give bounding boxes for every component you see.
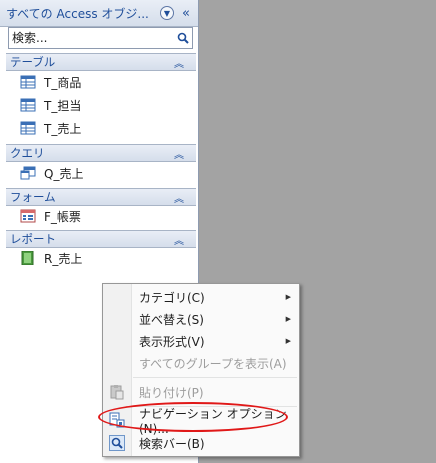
query-icon <box>20 166 36 180</box>
group-header-forms[interactable]: フォーム ︽ <box>6 188 196 206</box>
table-icon <box>20 121 36 135</box>
collapse-group-icon[interactable]: ︽ <box>174 232 196 247</box>
submenu-arrow-icon: ▶ <box>285 337 291 345</box>
nav-item-label: T_商品 <box>44 75 82 90</box>
group-label: クエリ <box>10 146 45 160</box>
menu-item-paste[interactable]: 貼り付け(P) <box>103 381 299 403</box>
group-header-tables[interactable]: テーブル ︽ <box>6 53 196 71</box>
report-icon <box>21 251 34 265</box>
menu-item-view-by[interactable]: 表示形式(V) ▶ <box>103 330 299 352</box>
nav-item-label: R_売上 <box>44 251 83 266</box>
menu-item-label: カテゴリ(C) <box>139 290 205 305</box>
paste-icon <box>110 385 124 400</box>
nav-item-label: T_担当 <box>44 98 82 113</box>
menu-item-label: 表示形式(V) <box>139 334 205 349</box>
nav-item-query[interactable]: Q_売上 <box>20 163 83 183</box>
nav-item-label: Q_売上 <box>44 166 84 181</box>
menu-item-sort[interactable]: 並べ替え(S) ▶ <box>103 308 299 330</box>
table-icon <box>20 98 36 112</box>
search-input[interactable] <box>9 29 175 47</box>
table-icon <box>20 75 36 89</box>
menu-item-navigation-options[interactable]: ナビゲーション オプション(N)... <box>103 407 299 436</box>
menu-item-label: ナビゲーション オプション(N)... <box>139 406 287 436</box>
nav-item-form[interactable]: F_帳票 <box>20 206 81 226</box>
menu-item-label: 検索バー(B) <box>139 436 205 451</box>
search-box <box>8 27 193 49</box>
menu-item-search-bar[interactable]: 検索バー(B) <box>103 432 299 454</box>
search-icon[interactable] <box>174 29 192 47</box>
navigation-pane-header[interactable]: すべての Access オブジ... ▼ « <box>0 0 198 27</box>
menu-item-label: 貼り付け(P) <box>139 385 204 400</box>
group-label: フォーム <box>10 190 56 204</box>
menu-item-show-all-groups[interactable]: すべてのグループを表示(A) <box>103 352 299 374</box>
chevron-down-icon[interactable]: ▼ <box>160 6 174 20</box>
nav-item-table[interactable]: T_商品 <box>20 72 81 92</box>
collapse-group-icon[interactable]: ︽ <box>174 146 196 161</box>
collapse-group-icon[interactable]: ︽ <box>174 55 196 70</box>
collapse-group-icon[interactable]: ︽ <box>174 190 196 205</box>
nav-item-table[interactable]: T_売上 <box>20 118 81 138</box>
nav-item-report[interactable]: R_売上 <box>20 248 82 268</box>
menu-item-label: 並べ替え(S) <box>139 312 204 327</box>
menu-item-category[interactable]: カテゴリ(C) ▶ <box>103 286 299 308</box>
context-menu: カテゴリ(C) ▶ 並べ替え(S) ▶ 表示形式(V) ▶ すべてのグループを表… <box>102 283 300 457</box>
collapse-pane-icon[interactable]: « <box>182 6 190 21</box>
nav-item-label: F_帳票 <box>44 209 81 224</box>
search-icon <box>109 435 125 451</box>
menu-separator <box>133 377 297 378</box>
navigation-options-icon <box>109 412 125 428</box>
submenu-arrow-icon: ▶ <box>285 315 291 323</box>
nav-item-label: T_売上 <box>44 121 82 136</box>
submenu-arrow-icon: ▶ <box>285 293 291 301</box>
group-label: テーブル <box>10 55 56 69</box>
form-icon <box>20 209 36 223</box>
nav-pane-title[interactable]: すべての Access オブジ... <box>0 5 156 22</box>
group-header-queries[interactable]: クエリ ︽ <box>6 144 196 162</box>
menu-item-label: すべてのグループを表示(A) <box>139 356 287 371</box>
nav-item-table[interactable]: T_担当 <box>20 95 81 115</box>
group-label: レポート <box>10 232 56 246</box>
group-header-reports[interactable]: レポート ︽ <box>6 230 196 248</box>
